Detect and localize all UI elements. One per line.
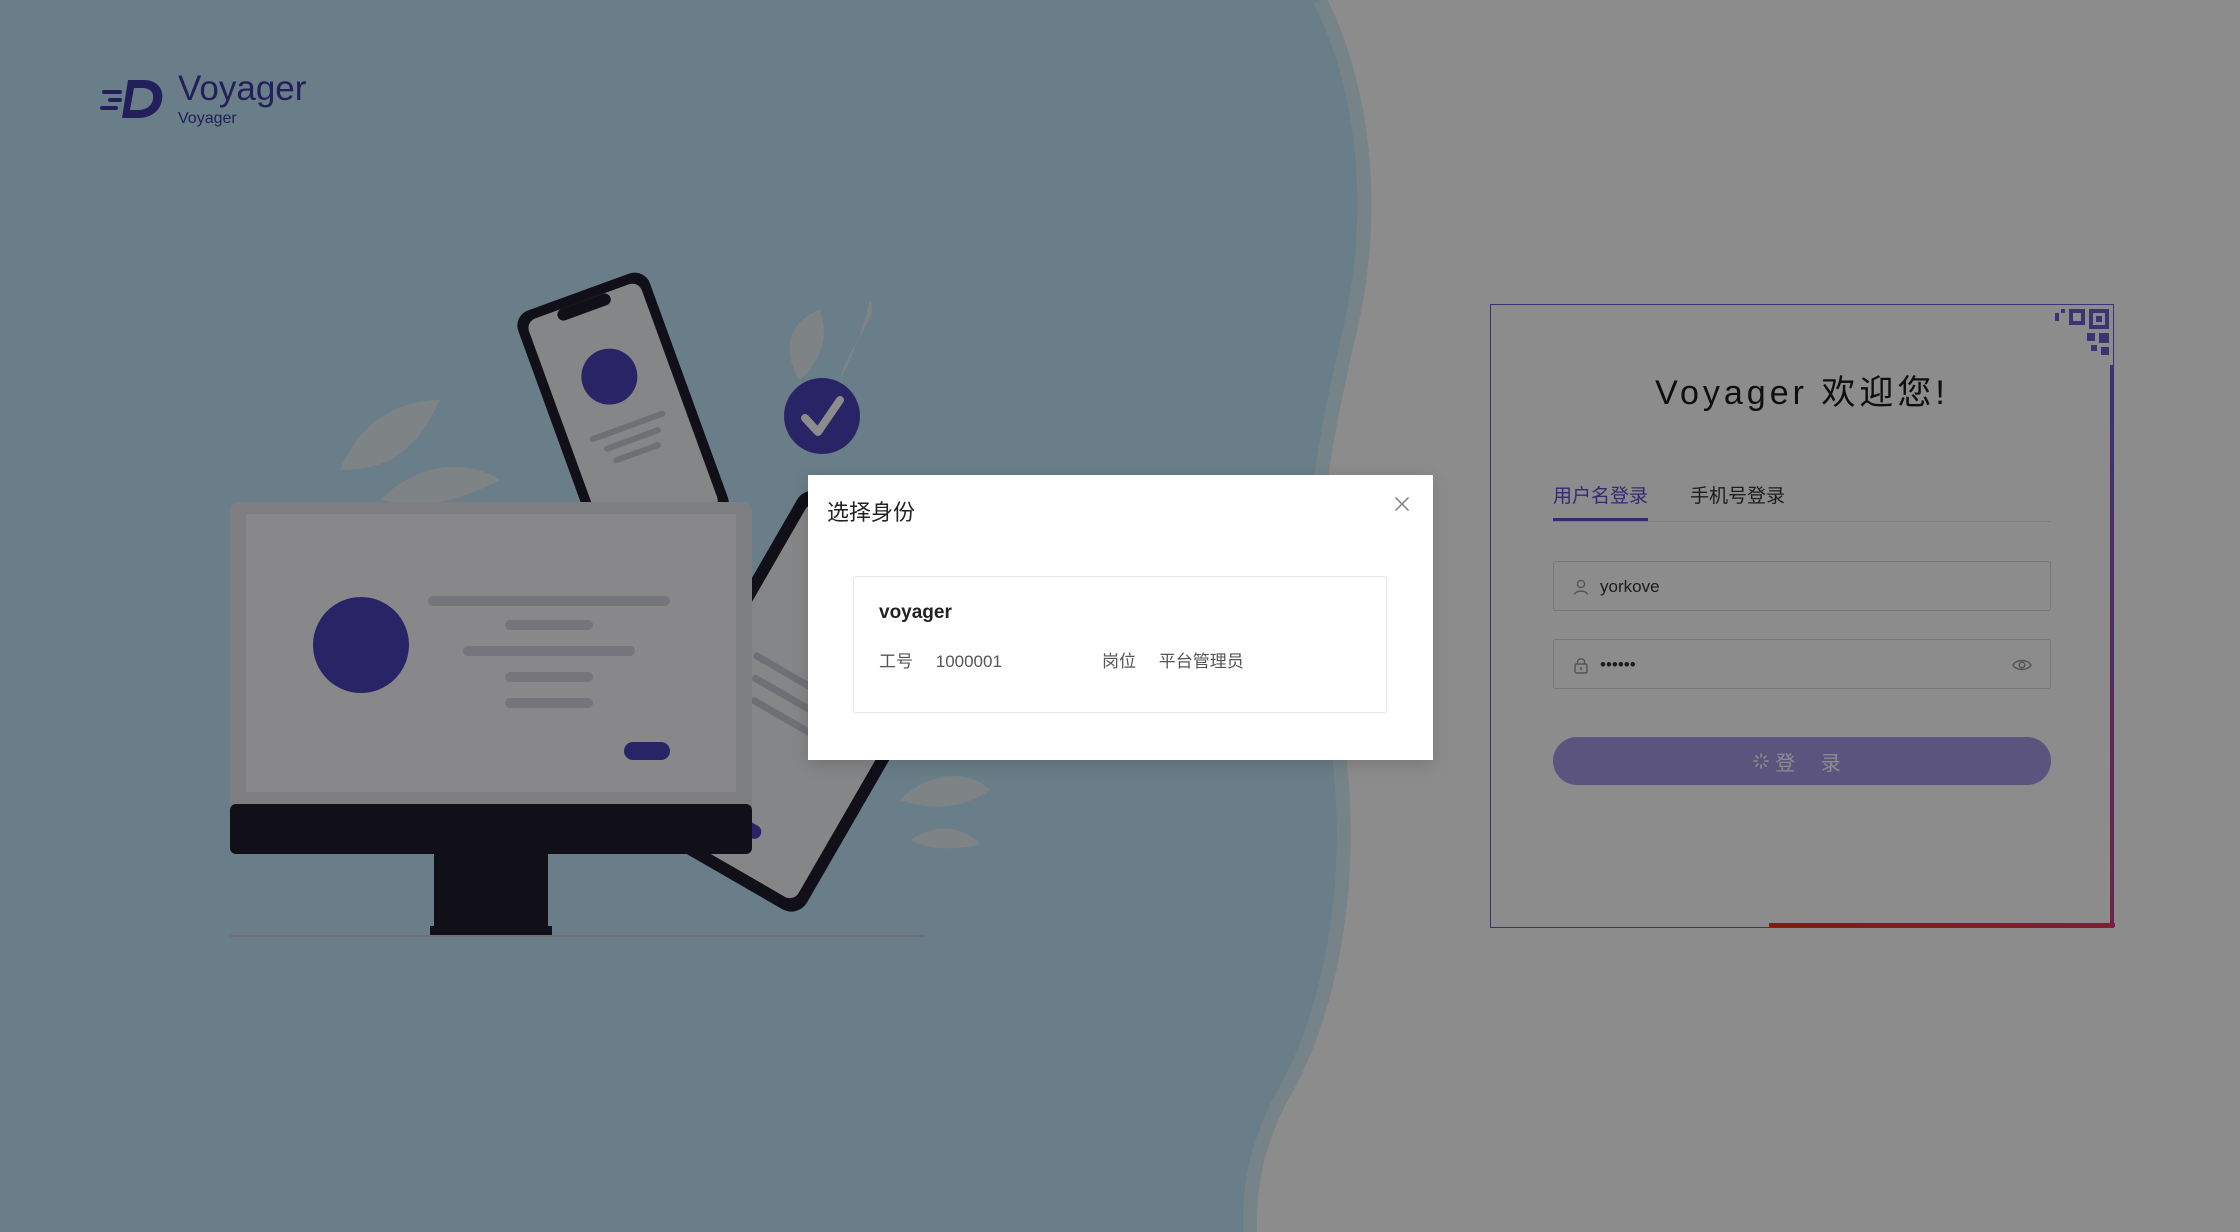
position-value: 平台管理员: [1158, 652, 1244, 671]
identity-option-card[interactable]: voyager 工号 1000001 岗位 平台管理员: [853, 576, 1387, 713]
position-label: 岗位: [1102, 652, 1136, 671]
dialog-title: 选择身份: [827, 500, 916, 525]
employee-id-row: 工号 1000001: [879, 647, 1002, 672]
employee-id-label: 工号: [879, 652, 913, 671]
close-icon[interactable]: [1391, 493, 1413, 515]
employee-id-value: 1000001: [935, 652, 1002, 671]
login-page: Voyager Voyager Voyager 欢迎您! 用户名登录 手机号登录: [0, 0, 2240, 1232]
identity-name: voyager: [879, 602, 952, 623]
position-row: 岗位 平台管理员: [1102, 647, 1244, 672]
select-identity-dialog: 选择身份 voyager 工号 1000001 岗位 平台管理员: [808, 475, 1433, 760]
